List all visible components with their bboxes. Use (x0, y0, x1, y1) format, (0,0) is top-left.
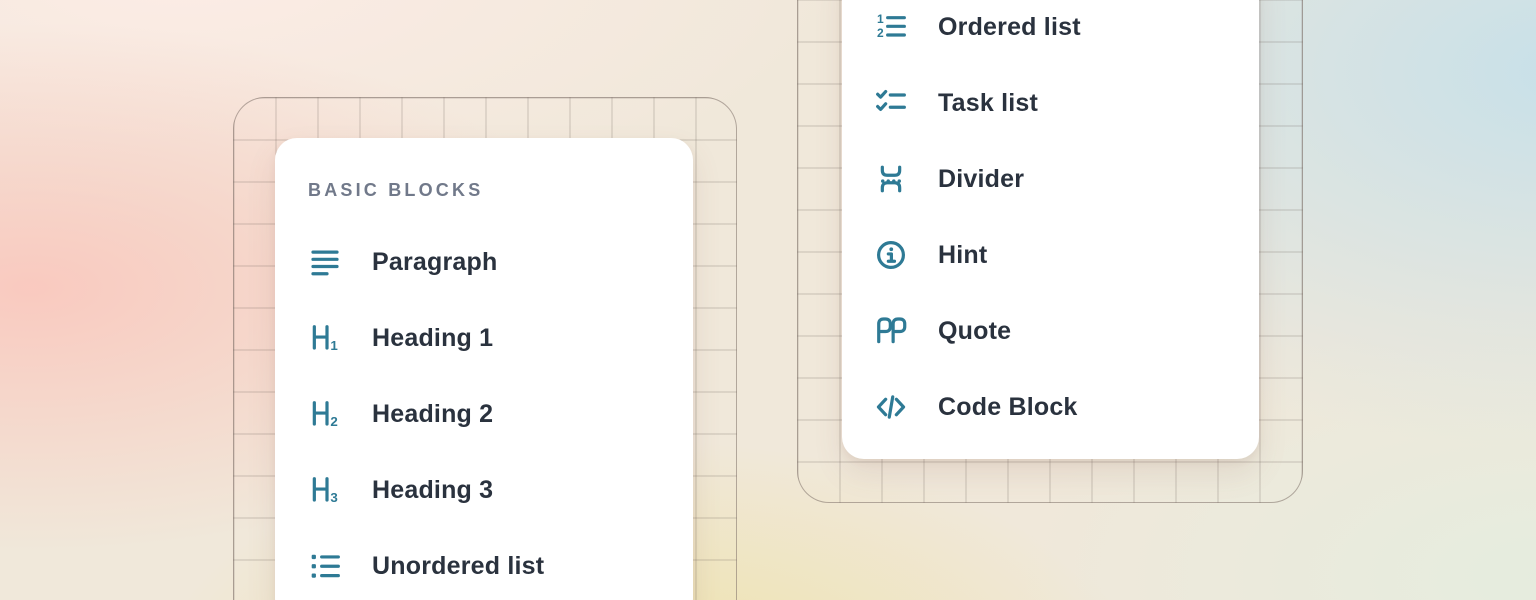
heading-1-icon: 1 (308, 321, 342, 355)
svg-text:2: 2 (877, 26, 884, 40)
menu-item-hint[interactable]: Hint (874, 217, 1259, 293)
menu-item-label: Heading 3 (372, 476, 493, 505)
menu-item-label: Ordered list (938, 13, 1081, 42)
menu-item-ordered-list[interactable]: 1 2 Ordered list (874, 0, 1259, 65)
ordered-list-icon: 1 2 (874, 10, 908, 44)
svg-text:2: 2 (330, 414, 337, 429)
menu-item-label: Task list (938, 89, 1038, 118)
menu-item-heading-2[interactable]: 2 Heading 2 (308, 376, 693, 452)
menu-item-quote[interactable]: Quote (874, 293, 1259, 369)
code-block-icon (874, 390, 908, 424)
blocks-menu-continued: 1 2 Ordered list Task list (842, 0, 1259, 459)
menu-item-task-list[interactable]: Task list (874, 65, 1259, 141)
menu-item-unordered-list[interactable]: Unordered list (308, 528, 693, 600)
menu-item-label: Paragraph (372, 248, 497, 277)
menu-item-label: Divider (938, 165, 1024, 194)
menu-item-divider[interactable]: Divider (874, 141, 1259, 217)
menu-item-paragraph[interactable]: Paragraph (308, 224, 693, 300)
paragraph-icon (308, 245, 342, 279)
block-picker-illustration: BASIC BLOCKS Paragraph 1 Heading 1 (0, 0, 1536, 600)
quote-icon (874, 314, 908, 348)
menu-item-label: Code Block (938, 393, 1078, 422)
heading-3-icon: 3 (308, 473, 342, 507)
heading-2-icon: 2 (308, 397, 342, 431)
hint-icon (874, 238, 908, 272)
unordered-list-icon (308, 549, 342, 583)
svg-text:1: 1 (330, 338, 338, 353)
menu-item-label: Quote (938, 317, 1011, 346)
menu-item-code-block[interactable]: Code Block (874, 369, 1259, 445)
menu-item-label: Hint (938, 241, 987, 270)
menu-item-heading-3[interactable]: 3 Heading 3 (308, 452, 693, 528)
menu-item-label: Heading 2 (372, 400, 493, 429)
menu-item-label: Heading 1 (372, 324, 493, 353)
svg-text:3: 3 (330, 490, 337, 505)
basic-blocks-header: BASIC BLOCKS (308, 180, 693, 200)
menu-item-heading-1[interactable]: 1 Heading 1 (308, 300, 693, 376)
task-list-icon (874, 86, 908, 120)
menu-item-label: Unordered list (372, 552, 544, 581)
divider-icon (874, 162, 908, 196)
svg-text:1: 1 (877, 12, 884, 26)
basic-blocks-menu: BASIC BLOCKS Paragraph 1 Heading 1 (275, 138, 693, 600)
